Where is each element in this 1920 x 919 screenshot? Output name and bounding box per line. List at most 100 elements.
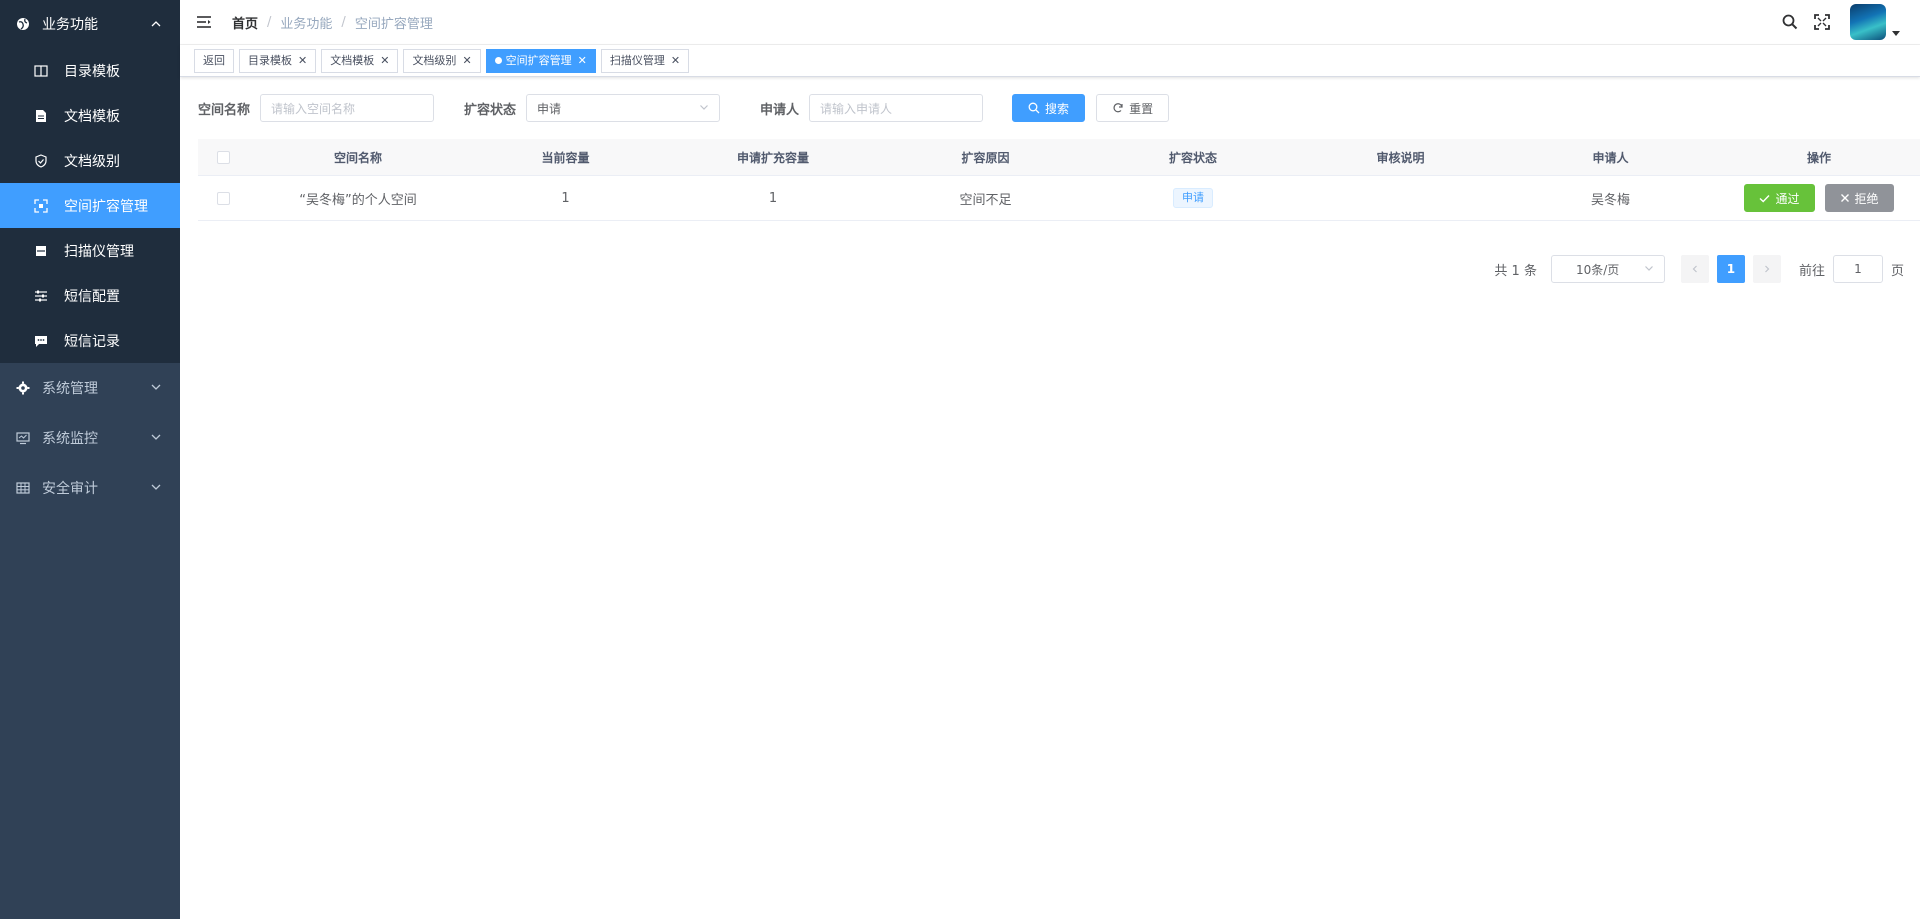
caret-down-icon[interactable]	[1892, 26, 1900, 36]
reset-button-label: 重置	[1129, 101, 1154, 116]
active-dot-icon	[494, 57, 502, 64]
chevron-right-icon	[1765, 265, 1770, 273]
page-size-value: 10条/页	[1575, 262, 1620, 277]
sidebar-item-label: 目录模板	[64, 63, 120, 80]
document-icon	[34, 109, 48, 123]
globe-icon	[16, 17, 30, 31]
sidebar-item-label: 扫描仪管理	[64, 243, 134, 260]
menu-title-system[interactable]: 系统管理	[0, 363, 180, 413]
select-all-checkbox[interactable]	[216, 150, 230, 164]
applicant-input[interactable]: 请输入申请人	[809, 94, 984, 122]
close-icon[interactable]: ✕	[671, 50, 680, 72]
monitor-icon	[16, 431, 30, 445]
tag-back[interactable]: 返回	[194, 48, 234, 73]
chevron-left-icon	[1692, 265, 1697, 273]
table-row: “吴冬梅”的个人空间 1 1 空间不足 申请 吴冬梅 通过 拒绝	[198, 176, 1920, 221]
cell-current-capacity: 1	[561, 190, 570, 206]
navbar: 首页 / 业务功能 / 空间扩容管理	[180, 0, 1920, 45]
tag-catalog-template[interactable]: 目录模板 ✕	[239, 48, 317, 73]
space-name-placeholder: 请输入空间名称	[271, 101, 356, 116]
breadcrumb: 首页 / 业务功能 / 空间扩容管理	[232, 13, 433, 32]
next-page-button[interactable]	[1752, 255, 1781, 283]
sidebar-item-label: 文档级别	[64, 153, 120, 170]
search-icon[interactable]	[1780, 12, 1800, 32]
reset-button[interactable]: 重置	[1096, 94, 1170, 122]
close-icon	[1840, 193, 1850, 203]
gear-icon	[16, 381, 30, 395]
sidebar: 业务功能 目录模板 文档模板 文档级别 空间扩容管理 扫描仪管理 短信配置 短信…	[0, 0, 180, 919]
search-form: 空间名称 请输入空间名称 扩容状态 申请 申请人 请输入申请人 搜索 重置	[198, 94, 1170, 122]
page-size-select[interactable]: 10条/页	[1550, 255, 1665, 283]
goto-page-input[interactable]: 1	[1832, 255, 1883, 283]
reject-button[interactable]: 拒绝	[1824, 184, 1894, 212]
menu-title-label: 系统监控	[42, 431, 98, 447]
approve-button-label: 通过	[1775, 191, 1800, 206]
page-number-current[interactable]: 1	[1716, 255, 1745, 283]
fullscreen-icon[interactable]	[1812, 12, 1832, 32]
tag-document-level[interactable]: 文档级别 ✕	[403, 48, 481, 73]
tag-document-template[interactable]: 文档模板 ✕	[321, 48, 399, 73]
sidebar-item-sms-config[interactable]: 短信配置	[0, 273, 180, 318]
sidebar-item-label: 短信配置	[64, 288, 120, 305]
applicant-placeholder: 请输入申请人	[820, 101, 893, 116]
status-select-value: 申请	[537, 101, 562, 116]
chevron-down-icon	[150, 481, 162, 493]
tag-label: 文档级别	[412, 53, 457, 67]
close-icon[interactable]: ✕	[578, 50, 587, 72]
sidebar-item-catalog-template[interactable]: 目录模板	[0, 48, 180, 93]
tag-label: 文档模板	[330, 53, 375, 67]
status-label: 扩容状态	[464, 102, 517, 118]
search-icon	[1028, 102, 1040, 114]
menu-group-business: 业务功能 目录模板 文档模板 文档级别 空间扩容管理 扫描仪管理 短信配置 短信…	[0, 0, 180, 363]
sidebar-item-space-expansion[interactable]: 空间扩容管理	[0, 183, 180, 228]
close-icon[interactable]: ✕	[380, 50, 389, 72]
menu-group-system: 系统管理 系统监控 安全审计	[0, 363, 180, 513]
sidebar-item-sms-record[interactable]: 短信记录	[0, 318, 180, 363]
space-name-input[interactable]: 请输入空间名称	[260, 94, 435, 122]
breadcrumb-separator: /	[341, 14, 346, 30]
chevron-down-icon	[699, 101, 709, 115]
cell-status: 申请	[1088, 188, 1298, 208]
sidebar-item-document-level[interactable]: 文档级别	[0, 138, 180, 183]
hamburger-icon[interactable]	[194, 12, 214, 32]
chevron-down-icon	[150, 431, 162, 443]
header-cell: 审核说明	[1376, 150, 1425, 165]
tag-scanner[interactable]: 扫描仪管理 ✕	[600, 48, 690, 73]
tag-space-expansion[interactable]: 空间扩容管理 ✕	[485, 48, 596, 73]
refresh-icon	[1112, 102, 1124, 114]
breadcrumb-level1: 业务功能	[280, 16, 333, 32]
approve-button[interactable]: 通过	[1744, 184, 1815, 212]
sidebar-item-scanner[interactable]: 扫描仪管理	[0, 228, 180, 273]
breadcrumb-separator: /	[267, 14, 272, 30]
row-checkbox-cell	[198, 191, 248, 205]
pagination-total: 共 1 条	[1494, 263, 1537, 279]
expansion-table: 空间名称 当前容量 申请扩充容量 扩容原因 扩容状态 审核说明 申请人 操作 “…	[198, 139, 1920, 221]
header-cell: 操作	[1806, 150, 1831, 165]
close-icon[interactable]: ✕	[298, 50, 307, 72]
sidebar-item-label: 短信记录	[64, 333, 120, 350]
menu-title-audit[interactable]: 安全审计	[0, 463, 180, 513]
prev-page-button[interactable]	[1680, 255, 1709, 283]
expand-icon	[34, 198, 48, 213]
chevron-down-icon	[1644, 262, 1654, 276]
cell-requested-capacity: 1	[768, 190, 778, 206]
status-select[interactable]: 申请	[526, 94, 721, 122]
breadcrumb-home[interactable]: 首页	[232, 13, 258, 32]
menu-title-label: 系统管理	[42, 381, 98, 397]
row-checkbox[interactable]	[216, 191, 230, 205]
avatar[interactable]	[1850, 4, 1886, 40]
search-button[interactable]: 搜索	[1012, 94, 1086, 122]
menu-title-monitor[interactable]: 系统监控	[0, 413, 180, 463]
table-header: 空间名称 当前容量 申请扩充容量 扩容原因 扩容状态 审核说明 申请人 操作	[198, 139, 1920, 176]
menu-title-label: 安全审计	[42, 481, 98, 497]
main-content: 空间名称 请输入空间名称 扩容状态 申请 申请人 请输入申请人 搜索 重置 空间…	[180, 77, 1920, 919]
close-icon[interactable]: ✕	[462, 50, 471, 72]
header-cell: 扩容原因	[961, 150, 1010, 165]
header-cell: 申请扩充容量	[736, 150, 809, 165]
cell-applicant: 吴冬梅	[1590, 192, 1630, 208]
tag-label: 返回	[203, 53, 225, 67]
menu-title-business[interactable]: 业务功能	[0, 0, 180, 48]
pagination: 共 1 条 10条/页 1 前往 1 页	[1494, 255, 1904, 283]
sidebar-item-document-template[interactable]: 文档模板	[0, 93, 180, 138]
breadcrumb-level2: 空间扩容管理	[354, 16, 433, 32]
